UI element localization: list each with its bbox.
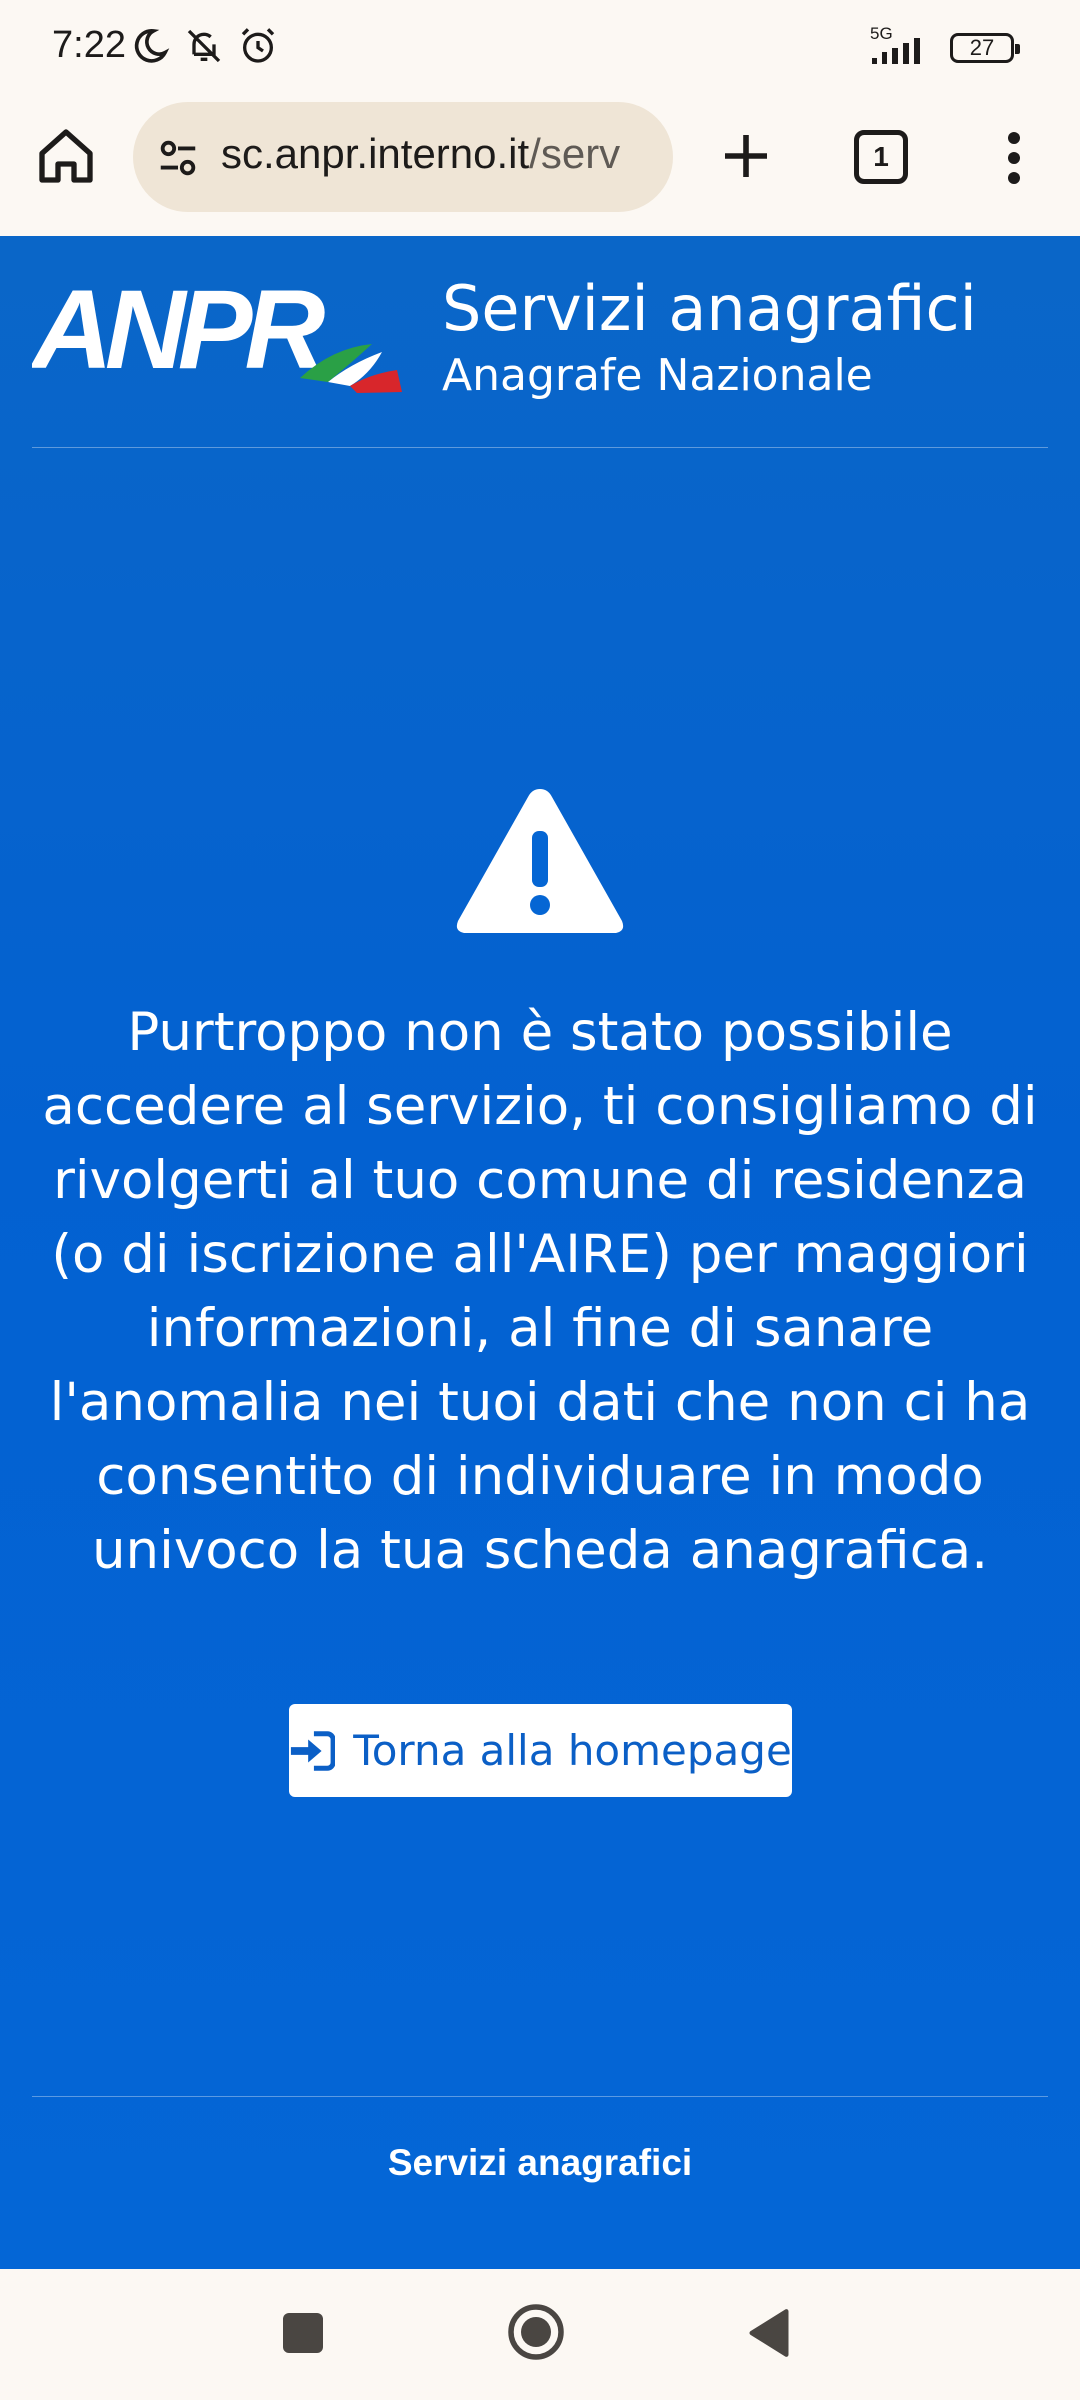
alarm-icon [238, 26, 278, 71]
url-path: /serv [529, 130, 621, 177]
home-icon[interactable] [34, 124, 98, 188]
anpr-logo[interactable]: ANPR [29, 267, 412, 408]
url-bar[interactable]: sc.anpr.interno.it/serv [133, 102, 673, 212]
header-title: Servizi anagrafici [442, 272, 977, 345]
moon-icon [130, 26, 170, 71]
site-settings-icon[interactable] [155, 135, 201, 181]
battery-icon: 27 [950, 33, 1020, 63]
browser-toolbar: sc.anpr.interno.it/serv 1 [0, 92, 1080, 234]
tabs-icon[interactable]: 1 [854, 130, 908, 184]
system-nav-bar [0, 2269, 1080, 2400]
status-time: 7:22 [52, 24, 126, 66]
divider [32, 2096, 1048, 2097]
back-to-homepage-button[interactable]: Torna alla homepage [289, 1704, 792, 1797]
back-to-homepage-label: Torna alla homepage [353, 1726, 792, 1775]
status-bar: 7:22 5G 27 [0, 0, 1080, 92]
tab-count: 1 [854, 130, 908, 184]
nav-home-icon[interactable] [506, 2302, 566, 2362]
logo-text: ANPR [32, 278, 325, 392]
divider [32, 447, 1048, 448]
warning-icon [452, 781, 628, 939]
error-message: Purtroppo non è stato possibile accedere… [42, 1002, 1038, 1581]
header-subtitle: Anagrafe Nazionale [442, 350, 873, 401]
signal-icon: 5G [868, 24, 934, 66]
recents-icon[interactable] [283, 2313, 323, 2353]
url-text[interactable]: sc.anpr.interno.it/serv [221, 130, 620, 178]
more-vert-icon[interactable] [996, 128, 1032, 188]
url-host: sc.anpr.interno.it [221, 130, 530, 177]
footer-link[interactable]: Servizi anagrafici [0, 2142, 1080, 2184]
page-content: ANPR Servizi anagrafici Anagrafe Naziona… [0, 236, 1080, 2269]
back-icon[interactable] [746, 2307, 792, 2359]
bell-off-icon [184, 26, 224, 71]
sign-in-icon [291, 1730, 336, 1771]
plus-icon[interactable] [718, 128, 774, 184]
